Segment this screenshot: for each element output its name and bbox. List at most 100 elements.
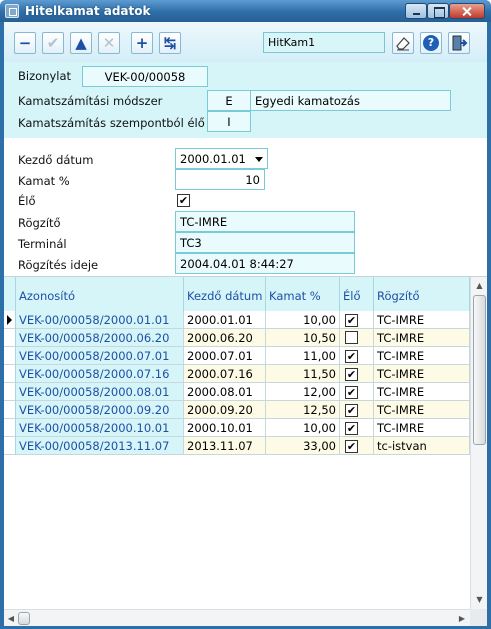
cell-rogzito[interactable]: TC-IMRE — [374, 365, 470, 383]
live-row-checkbox[interactable]: ✔ — [345, 422, 358, 435]
table-row[interactable]: VEK-00/00058/2013.11.07 2013.11.07 33,00 ✔ t… — [4, 437, 470, 455]
scroll-left-icon[interactable]: ◀ — [5, 612, 17, 625]
row-indicator[interactable] — [4, 419, 16, 437]
cell-kamat[interactable]: 12,50 — [266, 401, 340, 419]
table-row[interactable]: VEK-00/00058/2000.07.16 2000.07.16 11,50 ✔ T… — [4, 365, 470, 383]
confirm-button[interactable]: ✔ — [42, 32, 64, 54]
cell-azonosito[interactable]: VEK-00/00058/2013.11.07 — [16, 437, 184, 455]
scroll-right-icon[interactable]: ▶ — [456, 612, 468, 625]
cell-elo[interactable]: ✔ — [340, 365, 374, 383]
cell-kezdo-datum[interactable]: 2000.07.16 — [184, 365, 266, 383]
cell-kamat[interactable]: 10,50 — [266, 329, 340, 347]
cell-kezdo-datum[interactable]: 2000.01.01 — [184, 311, 266, 329]
table-row[interactable]: VEK-00/00058/2000.10.01 2000.10.01 10,00 ✔ T… — [4, 419, 470, 437]
eraser-button[interactable] — [392, 32, 414, 54]
cell-kamat[interactable]: 12,00 — [266, 383, 340, 401]
table-row[interactable]: VEK-00/00058/2000.09.20 2000.09.20 12,50 ✔ T… — [4, 401, 470, 419]
row-indicator[interactable] — [4, 401, 16, 419]
close-button[interactable] — [449, 3, 485, 19]
column-header-kamat[interactable]: Kamat % — [266, 277, 340, 311]
live-row-checkbox[interactable]: ✔ — [345, 440, 358, 453]
cell-elo[interactable]: ✔ — [340, 311, 374, 329]
start-date-label: Kezdő dátum — [18, 153, 94, 167]
horizontal-scrollbar[interactable]: ◀ ▶ — [4, 609, 470, 626]
live-row-checkbox[interactable]: ✔ — [345, 368, 358, 381]
cell-elo[interactable]: ✔ — [340, 347, 374, 365]
cell-azonosito[interactable]: VEK-00/00058/2000.07.16 — [16, 365, 184, 383]
vertical-scroll-thumb[interactable] — [473, 295, 486, 445]
delete-button[interactable]: − — [14, 32, 36, 54]
cell-kamat[interactable]: 10,00 — [266, 419, 340, 437]
column-header-azonosito[interactable]: Azonosító — [16, 277, 184, 311]
cell-azonosito[interactable]: VEK-00/00058/2000.08.01 — [16, 383, 184, 401]
row-indicator[interactable] — [4, 365, 16, 383]
cell-azonosito[interactable]: VEK-00/00058/2000.06.20 — [16, 329, 184, 347]
vertical-scrollbar[interactable]: ▲ ▼ — [470, 277, 487, 609]
cell-azonosito[interactable]: VEK-00/00058/2000.01.01 — [16, 311, 184, 329]
table-row[interactable]: VEK-00/00058/2000.06.20 2000.06.20 10,50 TC… — [4, 329, 470, 347]
cell-kezdo-datum[interactable]: 2000.06.20 — [184, 329, 266, 347]
row-indicator[interactable] — [4, 437, 16, 455]
scroll-down-icon[interactable]: ▼ — [473, 593, 486, 607]
up-button[interactable]: ▲ — [70, 32, 92, 54]
cell-elo[interactable] — [340, 329, 374, 347]
rate-input[interactable]: 10 — [175, 169, 265, 190]
horizontal-scroll-thumb[interactable] — [18, 612, 30, 625]
table-row[interactable]: VEK-00/00058/2000.08.01 2000.08.01 12,00 ✔ T… — [4, 383, 470, 401]
cell-rogzito[interactable]: tc-istvan — [374, 437, 470, 455]
add-button[interactable]: + — [131, 32, 153, 54]
start-date-dropdown[interactable]: 2000.01.01 — [175, 148, 268, 169]
cell-azonosito[interactable]: VEK-00/00058/2000.10.01 — [16, 419, 184, 437]
column-header-rogzito[interactable]: Rögzítő — [374, 277, 470, 311]
table-row[interactable]: VEK-00/00058/2000.01.01 2000.01.01 10,00 ✔ T… — [4, 311, 470, 329]
live-checkbox[interactable]: ✔ — [177, 194, 190, 207]
cell-kezdo-datum[interactable]: 2000.10.01 — [184, 419, 266, 437]
minimize-button[interactable] — [405, 3, 427, 19]
cell-kezdo-datum[interactable]: 2013.11.07 — [184, 437, 266, 455]
search-input[interactable]: HitKam1 — [263, 32, 385, 53]
scroll-up-icon[interactable]: ▲ — [473, 279, 486, 293]
rates-grid[interactable]: Azonosító Kezdő dátum Kamat % Élő Rögzít… — [4, 276, 487, 626]
live-row-checkbox[interactable]: ✔ — [345, 350, 358, 363]
chevron-down-icon[interactable] — [255, 157, 263, 162]
cell-elo[interactable]: ✔ — [340, 437, 374, 455]
live-calc-label: Kamatszámítás szempontból élő — [18, 116, 205, 130]
cell-azonosito[interactable]: VEK-00/00058/2000.07.01 — [16, 347, 184, 365]
cancel-button[interactable]: ✕ — [98, 32, 120, 54]
cell-kamat[interactable]: 33,00 — [266, 437, 340, 455]
live-row-checkbox[interactable]: ✔ — [345, 404, 358, 417]
method-name-field: Egyedi kamatozás — [250, 90, 451, 111]
cell-kamat[interactable]: 11,00 — [266, 347, 340, 365]
cell-kamat[interactable]: 10,00 — [266, 311, 340, 329]
cell-rogzito[interactable]: TC-IMRE — [374, 401, 470, 419]
live-row-checkbox[interactable] — [345, 331, 358, 344]
cell-rogzito[interactable]: TC-IMRE — [374, 383, 470, 401]
row-indicator[interactable] — [4, 347, 16, 365]
column-header-elo[interactable]: Élő — [340, 277, 374, 311]
row-indicator[interactable] — [4, 329, 16, 347]
cell-rogzito[interactable]: TC-IMRE — [374, 419, 470, 437]
cell-kezdo-datum[interactable]: 2000.08.01 — [184, 383, 266, 401]
cell-rogzito[interactable]: TC-IMRE — [374, 329, 470, 347]
cell-azonosito[interactable]: VEK-00/00058/2000.09.20 — [16, 401, 184, 419]
cell-elo[interactable]: ✔ — [340, 401, 374, 419]
live-row-checkbox[interactable]: ✔ — [345, 314, 358, 327]
exit-button[interactable] — [448, 32, 470, 54]
cell-kezdo-datum[interactable]: 2000.09.20 — [184, 401, 266, 419]
live-row-checkbox[interactable]: ✔ — [345, 386, 358, 399]
cell-kamat[interactable]: 11,50 — [266, 365, 340, 383]
cell-elo[interactable]: ✔ — [340, 419, 374, 437]
column-header-kezdo-datum[interactable]: Kezdő dátum — [184, 277, 266, 311]
split-button[interactable]: ↹ — [159, 32, 181, 54]
maximize-button[interactable] — [427, 3, 449, 19]
help-button[interactable]: ? — [420, 32, 442, 54]
title-bar[interactable]: Hitelkamat adatok — [0, 0, 491, 22]
cell-elo[interactable]: ✔ — [340, 383, 374, 401]
current-row-pointer-icon[interactable] — [4, 311, 16, 329]
cell-rogzito[interactable]: TC-IMRE — [374, 311, 470, 329]
cell-rogzito[interactable]: TC-IMRE — [374, 347, 470, 365]
table-row[interactable]: VEK-00/00058/2000.07.01 2000.07.01 11,00 ✔ T… — [4, 347, 470, 365]
cell-kezdo-datum[interactable]: 2000.07.01 — [184, 347, 266, 365]
live-calc-field: I — [207, 111, 251, 132]
row-indicator[interactable] — [4, 383, 16, 401]
